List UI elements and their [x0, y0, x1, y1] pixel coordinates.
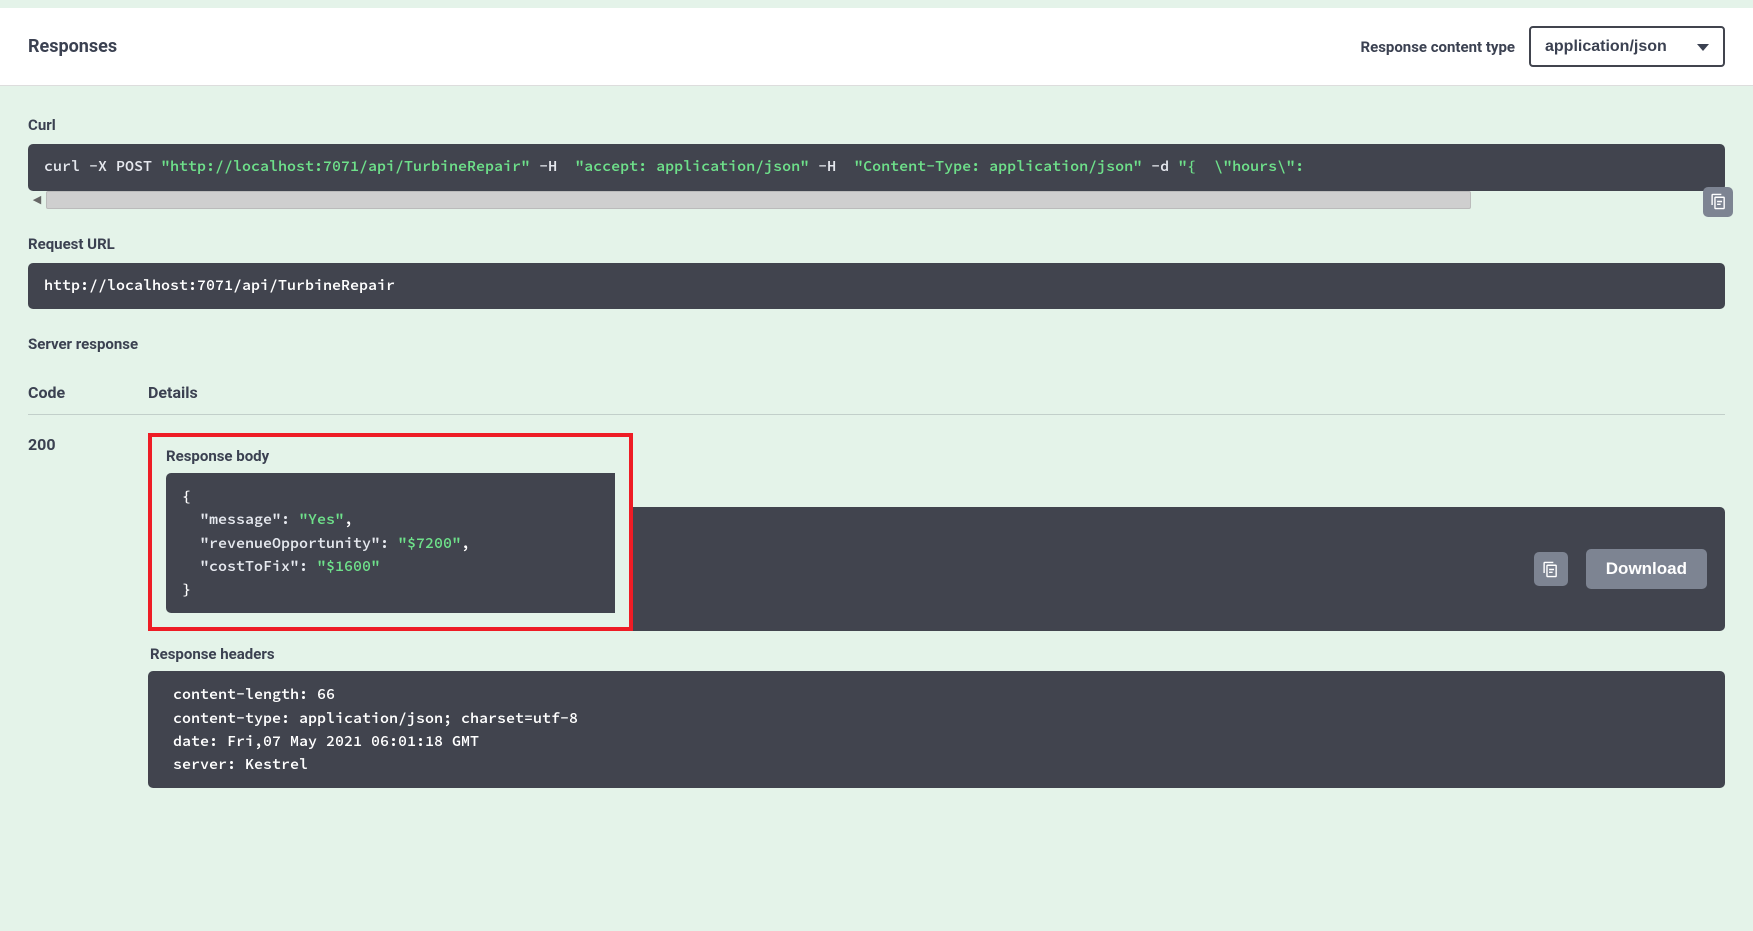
col-code-header: Code: [28, 383, 148, 402]
response-code-value: 200: [28, 433, 148, 454]
response-headers-text: content-length: 66 content-type: applica…: [164, 685, 587, 774]
scroll-left-arrow-icon[interactable]: ◀: [28, 191, 46, 209]
response-headers-block[interactable]: content-length: 66 content-type: applica…: [148, 671, 1725, 788]
response-body-highlight: Response body { "message": "Yes", "reven…: [148, 433, 633, 631]
curl-copy-button[interactable]: [1703, 187, 1733, 217]
json-brace-open: {: [182, 487, 191, 506]
content-type-select[interactable]: application/json: [1529, 26, 1725, 67]
curl-url: "http://localhost:7071/api/TurbineRepair…: [161, 157, 530, 176]
curl-body-open: "{: [1178, 157, 1214, 176]
json-key-message: "message": [182, 510, 281, 529]
curl-ctype: "Content-Type: application/json": [854, 157, 1142, 176]
curl-flag-d: -d: [1142, 157, 1178, 176]
curl-accept: "accept: application/json": [575, 157, 809, 176]
clipboard-icon: [1542, 561, 1559, 578]
content-type-row: Response content type application/json: [1360, 26, 1725, 67]
content-type-select-wrap: application/json: [1529, 26, 1725, 67]
json-val-cost: "$1600": [317, 557, 380, 576]
server-response-label: Server response: [28, 335, 1725, 353]
response-details: Response body { "message": "Yes", "reven…: [148, 433, 1725, 788]
response-body-block-inner[interactable]: { "message": "Yes", "revenueOpportunity"…: [166, 473, 615, 613]
curl-label: Curl: [28, 116, 1725, 134]
json-val-revenue: "$7200": [398, 534, 461, 553]
clipboard-icon: [1710, 193, 1727, 210]
curl-flag-x: -X: [80, 157, 116, 176]
curl-wrap: curl -X POST "http://localhost:7071/api/…: [28, 144, 1725, 209]
request-url-value: http://localhost:7071/api/TurbineRepair: [44, 276, 395, 295]
responses-header-bar: Responses Response content type applicat…: [0, 8, 1753, 86]
response-body-label: Response body: [152, 437, 629, 473]
scroll-track[interactable]: [46, 191, 1471, 209]
response-table-head: Code Details: [28, 383, 1725, 415]
json-key-cost: "costToFix": [182, 557, 299, 576]
curl-h-scrollbar[interactable]: ◀: [28, 191, 1725, 209]
response-headers-label: Response headers: [150, 645, 1725, 663]
json-key-revenue: "revenueOpportunity": [182, 534, 380, 553]
curl-code-block[interactable]: curl -X POST "http://localhost:7071/api/…: [28, 144, 1725, 191]
curl-flag-h1: -H: [530, 157, 575, 176]
request-url-block[interactable]: http://localhost:7071/api/TurbineRepair: [28, 263, 1725, 310]
response-row: 200 Response body { "message": "Yes", "r…: [28, 433, 1725, 788]
curl-flag-h2: -H: [809, 157, 854, 176]
json-brace-close: }: [182, 580, 191, 599]
curl-body-key: \"hours\":: [1214, 157, 1304, 176]
responses-title: Responses: [28, 36, 117, 57]
curl-cmd: curl: [44, 157, 80, 176]
request-url-label: Request URL: [28, 235, 1725, 253]
col-details-header: Details: [148, 383, 1725, 402]
content-type-label: Response content type: [1360, 38, 1515, 56]
json-val-message: "Yes": [299, 510, 344, 529]
download-button[interactable]: Download: [1586, 549, 1707, 589]
response-body-copy-button[interactable]: [1534, 552, 1568, 586]
curl-method: POST: [116, 157, 161, 176]
